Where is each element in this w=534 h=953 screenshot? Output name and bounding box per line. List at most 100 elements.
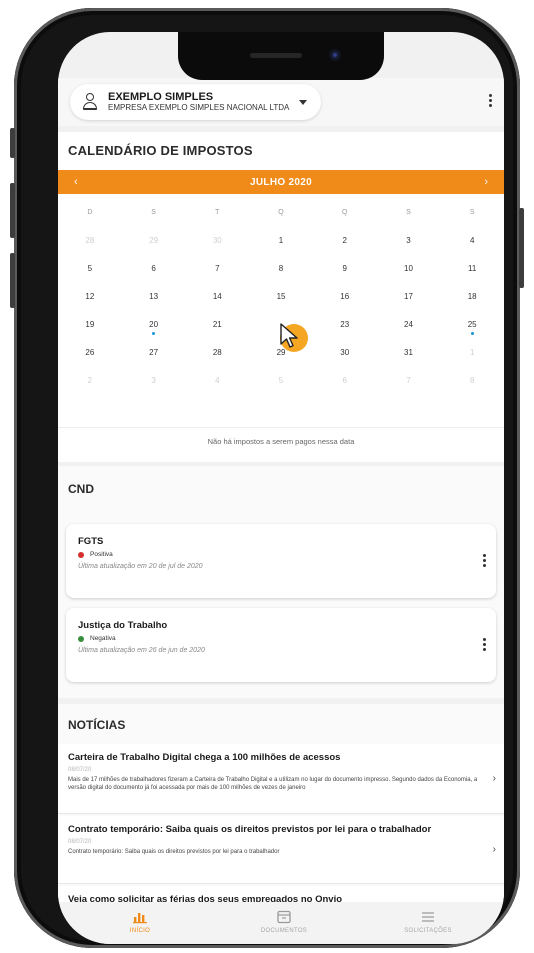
more-options-icon[interactable] [486,94,494,112]
calendar-day-number: 23 [340,319,350,329]
nav-documentos[interactable]: DOCUMENTOS [244,910,324,934]
calendar-day[interactable]: 7 [377,376,441,385]
calendar-day[interactable]: 1 [440,348,504,357]
calendar-day[interactable]: 27 [122,348,186,357]
calendar-day-number: 17 [404,291,413,301]
nav-solicitacoes[interactable]: SOLICITAÇÕES [388,910,468,934]
app-header: EXEMPLO SIMPLES EMPRESA EXEMPLO SIMPLES … [58,78,504,126]
calendar-day[interactable]: 4 [440,236,504,245]
calendar-day[interactable]: 31 [377,348,441,357]
calendar-day[interactable]: 2 [313,236,377,245]
calendar-day-number: 3 [406,235,411,245]
company-subtitle: EMPRESA EXEMPLO SIMPLES NACIONAL LTDA [108,102,290,112]
calendar-day-number: 31 [404,347,413,357]
calendar-day[interactable]: 12 [58,292,122,301]
calendar-day[interactable]: 1 [249,236,313,245]
speaker-grille [250,53,302,58]
calendar-day[interactable]: 3 [377,236,441,245]
calendar-day[interactable]: 28 [185,348,249,357]
news-item[interactable]: Carteira de Trabalho Digital chega a 100… [58,744,504,814]
calendar-day[interactable]: 6 [122,264,186,273]
weekday-label: Q [278,208,284,216]
calendar-day[interactable]: 8 [440,376,504,385]
calendar-day[interactable]: 17 [377,292,441,301]
tax-due-dot-icon [152,331,156,335]
more-options-icon[interactable] [483,638,486,651]
calendar-day[interactable]: 6 [313,376,377,385]
tax-due-dot-icon [470,331,474,335]
calendar-day[interactable]: 16 [313,292,377,301]
calendar-day-number: 9 [342,263,347,273]
calendar-day[interactable]: 30 [185,236,249,245]
cnd-card-fgts[interactable]: FGTS Positiva Última atualização em 20 d… [66,524,496,598]
calendar-day-number: 10 [404,263,413,273]
calendar-day[interactable]: 20 [122,319,186,335]
cnd-card-justica[interactable]: Justiça do Trabalho Negativa Última atua… [66,608,496,682]
bottom-nav: INÍCIO DOCUMENTOS SOLICITAÇÕES [58,902,504,944]
calendar-day[interactable]: 24 [377,320,441,329]
calendar-day[interactable]: 25 [440,320,504,335]
no-tax-message: Não há impostos a serem pagos nessa data [58,427,504,455]
calendar-day-number: 29 [149,235,159,245]
calendar-day[interactable]: 26 [58,348,122,357]
chevron-right-icon: › [492,843,496,855]
calendar-day[interactable]: 8 [249,264,313,273]
calendar-day-number: 16 [340,291,350,301]
power-button [519,208,524,288]
calendar-day[interactable]: 10 [377,264,441,273]
calendar-day[interactable]: 21 [185,320,249,329]
news-item-date: 08/07/20 [68,839,92,845]
calendar-day[interactable]: 19 [58,320,122,329]
cnd-section: CND FGTS Positiva Última atualização em … [58,466,504,698]
calendar-day-number: 8 [278,263,284,273]
nav-inicio[interactable]: INÍCIO [100,910,180,934]
more-options-icon[interactable] [483,554,486,567]
calendar-day-number: 30 [212,235,222,245]
calendar-day[interactable]: 3 [122,376,186,385]
calendar-day-number: 13 [149,291,159,301]
calendar-day-number: 28 [212,347,222,357]
company-selector[interactable]: EXEMPLO SIMPLES EMPRESA EXEMPLO SIMPLES … [70,84,322,120]
news-item-title: Carteira de Trabalho Digital chega a 100… [68,752,341,763]
calendar-day[interactable]: 18 [440,292,504,301]
calendar-day[interactable]: 23 [313,320,377,329]
next-month-icon[interactable]: › [484,176,488,188]
cnd-card-name: FGTS [78,536,104,547]
calendar-day[interactable]: 5 [58,264,122,273]
calendar-day[interactable]: 7 [185,264,249,273]
calendar-day-number: 20 [149,319,159,329]
weekday-label: S [151,208,156,216]
calendar-day-number: 24 [404,319,413,329]
calendar-day[interactable]: 14 [185,292,249,301]
prev-month-icon[interactable]: ‹ [74,176,78,188]
status-dot-icon [78,635,84,642]
calendar-day[interactable]: 29 [122,236,186,245]
calendar-day[interactable]: 11 [440,264,504,273]
weekday-label: T [215,208,220,216]
calendar-week: 2 3 4 5 6 7 8 [58,366,504,394]
calendar-day[interactable]: 4 [185,376,249,385]
calendar-day[interactable]: 15 [249,292,313,301]
calendar-day[interactable]: 2 [58,376,122,385]
calendar-day[interactable]: 30 [313,348,377,357]
calendar-day-number: 6 [342,375,347,385]
calendar-day-number: 26 [85,347,95,357]
calendar-day-number: 7 [215,263,220,273]
calendar-day[interactable]: 9 [313,264,377,273]
news-title: NOTÍCIAS [68,718,126,732]
calendar-title: CALENDÁRIO DE IMPOSTOS [68,143,253,158]
cnd-status-label: Positiva [90,551,113,558]
calendar-day-number: 5 [278,375,284,385]
calendar-day-number: 2 [87,375,93,385]
calendar-day[interactable]: 5 [249,376,313,385]
news-item[interactable]: Contrato temporário: Saiba quais os dire… [58,816,504,884]
calendar-day[interactable]: 28 [58,236,122,245]
news-item-body: Contrato temporário: Saiba quais os dire… [68,849,280,855]
calendar-day-number: 14 [212,291,222,301]
calendar-day[interactable]: 13 [122,292,186,301]
list-icon [422,912,434,922]
calendar-day-number: 19 [85,319,95,329]
calendar-day-number: 15 [276,291,286,301]
company-text: EXEMPLO SIMPLES EMPRESA EXEMPLO SIMPLES … [108,91,290,112]
news-item-body: Mais de 17 milhões de trabalhadores fize… [68,777,478,792]
